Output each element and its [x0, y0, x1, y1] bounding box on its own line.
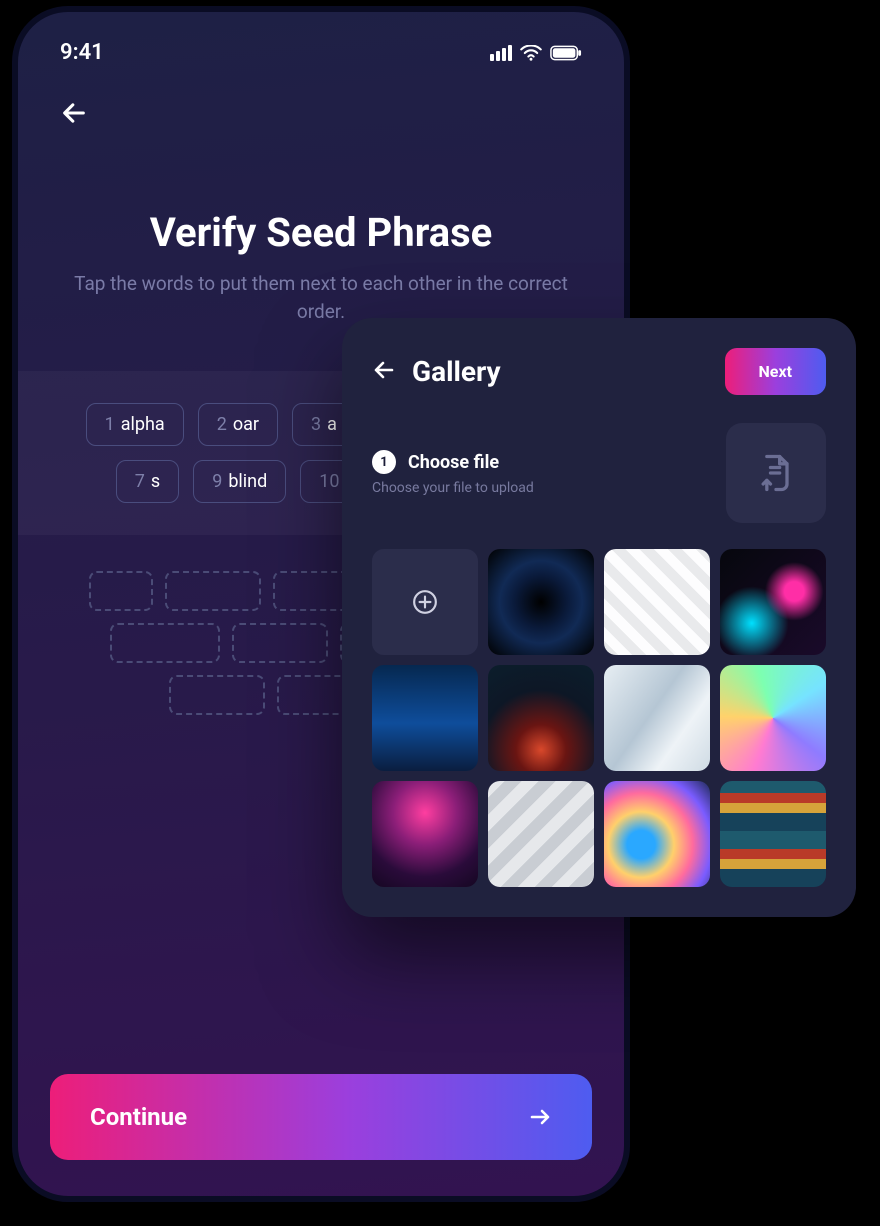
- chip-word: a: [327, 414, 337, 435]
- hero: Verify Seed Phrase Tap the words to put …: [18, 209, 624, 325]
- chip-word: blind: [228, 471, 267, 492]
- chip-word: oar: [233, 414, 259, 435]
- continue-button[interactable]: Continue: [50, 1074, 592, 1160]
- page-title: Verify Seed Phrase: [56, 209, 586, 256]
- battery-icon: [550, 45, 582, 61]
- wifi-icon: [520, 45, 542, 61]
- gallery-title: Gallery: [412, 355, 501, 388]
- gallery-tile[interactable]: [604, 549, 710, 655]
- seed-word-chip[interactable]: 7s: [116, 460, 179, 503]
- gallery-tile[interactable]: [488, 665, 594, 771]
- next-label: Next: [759, 362, 792, 381]
- page-subtitle: Tap the words to put them next to each o…: [56, 270, 586, 325]
- seed-slot[interactable]: [110, 623, 220, 663]
- step-title: Choose file: [408, 452, 499, 473]
- chip-index: 7: [135, 471, 145, 492]
- chip-index: 9: [212, 471, 222, 492]
- gallery-tile[interactable]: [604, 781, 710, 887]
- status-time: 9:41: [60, 40, 104, 65]
- gallery-tile[interactable]: [604, 665, 710, 771]
- chip-index: 3: [311, 414, 321, 435]
- seed-slot[interactable]: [169, 675, 265, 715]
- step-number-badge: 1: [372, 450, 396, 474]
- gallery-tile[interactable]: [488, 549, 594, 655]
- gallery-tile[interactable]: [372, 781, 478, 887]
- seed-slot[interactable]: [89, 571, 153, 611]
- status-bar: 9:41: [18, 36, 624, 75]
- plus-circle-icon: [412, 589, 438, 615]
- gallery-header: Gallery Next: [372, 348, 826, 395]
- file-upload-icon: [754, 451, 798, 495]
- seed-word-chip[interactable]: 1 alpha: [86, 403, 184, 446]
- back-button[interactable]: [54, 93, 94, 133]
- seed-slot[interactable]: [165, 571, 261, 611]
- upload-button[interactable]: [726, 423, 826, 523]
- arrow-right-icon: [528, 1105, 552, 1129]
- seed-word-chip[interactable]: 9 blind: [193, 460, 286, 503]
- seed-slot[interactable]: [232, 623, 328, 663]
- gallery-tile[interactable]: [720, 549, 826, 655]
- step-subtitle: Choose your file to upload: [372, 480, 534, 496]
- step-row: 1 Choose file Choose your file to upload: [372, 423, 826, 523]
- gallery-back-button[interactable]: [372, 358, 396, 386]
- chip-word: s: [151, 471, 160, 492]
- gallery-grid: [372, 549, 826, 887]
- seed-word-chip[interactable]: 2 oar: [198, 403, 278, 446]
- chip-index: 1: [105, 414, 115, 435]
- gallery-tile[interactable]: [720, 665, 826, 771]
- chip-index: 2: [217, 414, 227, 435]
- cellular-icon: [490, 45, 512, 61]
- add-tile[interactable]: [372, 549, 478, 655]
- arrow-left-icon: [372, 358, 396, 382]
- arrow-left-icon: [60, 99, 88, 127]
- chip-word: alpha: [121, 414, 165, 435]
- status-icons: [490, 45, 582, 61]
- chip-index: 10: [319, 471, 339, 492]
- continue-label: Continue: [90, 1103, 187, 1131]
- gallery-tile[interactable]: [720, 781, 826, 887]
- next-button[interactable]: Next: [725, 348, 826, 395]
- gallery-tile[interactable]: [488, 781, 594, 887]
- gallery-card: Gallery Next 1 Choose file Choose your f…: [342, 318, 856, 917]
- gallery-tile[interactable]: [372, 665, 478, 771]
